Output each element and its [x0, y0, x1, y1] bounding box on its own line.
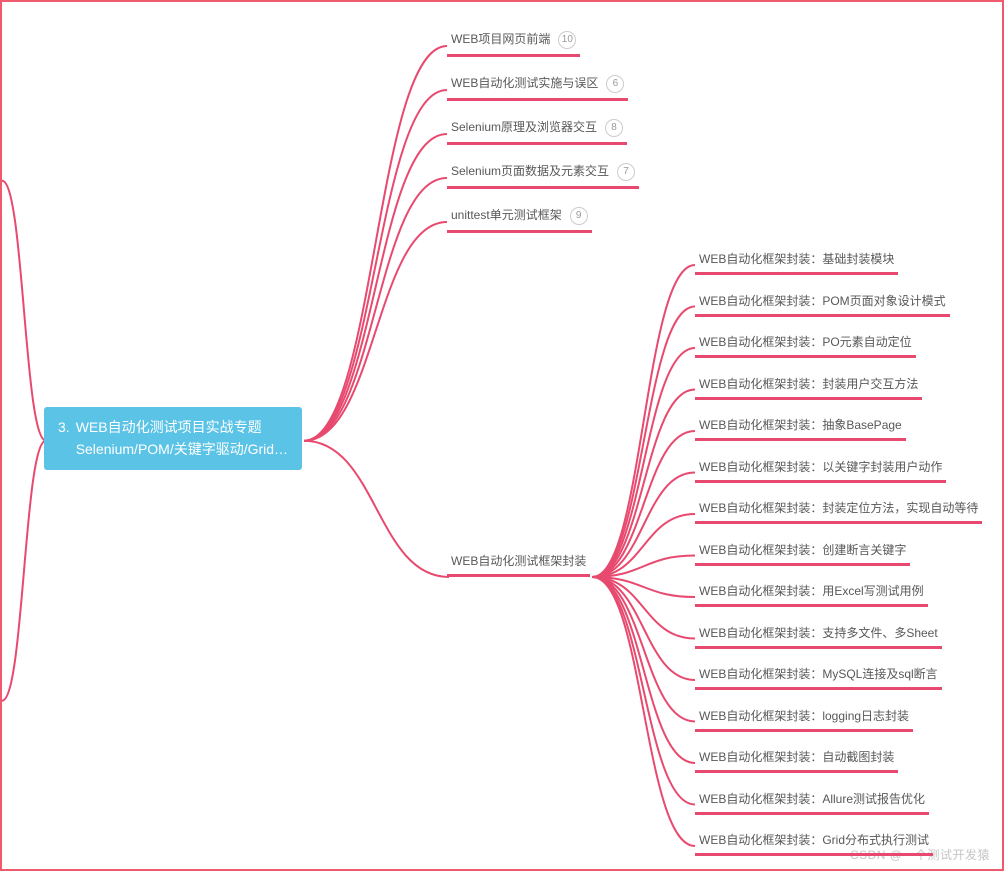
count-badge: 6 — [606, 75, 624, 93]
count-badge: 7 — [617, 163, 635, 181]
sub-node-label: WEB自动化框架封装：Grid分布式执行测试 — [699, 833, 929, 847]
sub-node-label: WEB自动化框架封装：自动截图封装 — [699, 750, 894, 764]
count-badge: 8 — [605, 119, 623, 137]
sub-node[interactable]: WEB自动化框架封装：以关键字封装用户动作 — [695, 458, 946, 483]
sub-node[interactable]: WEB自动化框架封装：POM页面对象设计模式 — [695, 292, 950, 317]
top-node-label: Selenium页面数据及元素交互 — [451, 164, 609, 178]
sub-node[interactable]: WEB自动化框架封装：用Excel写测试用例 — [695, 582, 928, 607]
root-text: WEB自动化测试项目实战专题 Selenium/POM/关键字驱动/Grid… — [76, 417, 288, 460]
sub-node[interactable]: WEB自动化框架封装：抽象BasePage — [695, 416, 906, 441]
sub-node[interactable]: WEB自动化框架封装：封装用户交互方法 — [695, 375, 922, 400]
top-node[interactable]: WEB项目网页前端 10 — [447, 30, 580, 57]
sub-node[interactable]: WEB自动化框架封装：自动截图封装 — [695, 748, 898, 773]
sub-node-label: WEB自动化框架封装：MySQL连接及sql断言 — [699, 667, 938, 681]
mindmap-canvas: { "root": { "index": "3.", "line1": "WEB… — [0, 0, 1004, 871]
sub-node-label: WEB自动化框架封装：基础封装模块 — [699, 252, 894, 266]
sub-node-label: WEB自动化框架封装：Allure测试报告优化 — [699, 792, 925, 806]
sub-node[interactable]: WEB自动化框架封装：Grid分布式执行测试 — [695, 831, 933, 856]
top-node[interactable]: Selenium页面数据及元素交互 7 — [447, 162, 639, 189]
sub-node[interactable]: WEB自动化框架封装：PO元素自动定位 — [695, 333, 916, 358]
sub-node[interactable]: WEB自动化框架封装：logging日志封装 — [695, 707, 913, 732]
mid-node-label: WEB自动化测试框架封装 — [451, 554, 586, 568]
sub-node[interactable]: WEB自动化框架封装：支持多文件、多Sheet — [695, 624, 942, 649]
top-node[interactable]: Selenium原理及浏览器交互 8 — [447, 118, 627, 145]
top-node-label: Selenium原理及浏览器交互 — [451, 120, 597, 134]
sub-node[interactable]: WEB自动化框架封装：Allure测试报告优化 — [695, 790, 929, 815]
sub-node-label: WEB自动化框架封装：以关键字封装用户动作 — [699, 460, 942, 474]
sub-node-label: WEB自动化框架封装：logging日志封装 — [699, 709, 909, 723]
root-node[interactable]: 3. WEB自动化测试项目实战专题 Selenium/POM/关键字驱动/Gri… — [44, 407, 302, 470]
top-node-label: WEB项目网页前端 — [451, 32, 550, 46]
sub-node[interactable]: WEB自动化框架封装：创建断言关键字 — [695, 541, 910, 566]
top-node-label: WEB自动化测试实施与误区 — [451, 76, 598, 90]
sub-node-label: WEB自动化框架封装：封装定位方法，实现自动等待 — [699, 501, 978, 515]
sub-node-label: WEB自动化框架封装：抽象BasePage — [699, 418, 902, 432]
top-node[interactable]: unittest单元测试框架 9 — [447, 206, 592, 233]
count-badge: 9 — [570, 207, 588, 225]
top-node[interactable]: WEB自动化测试实施与误区 6 — [447, 74, 628, 101]
sub-node-label: WEB自动化框架封装：POM页面对象设计模式 — [699, 294, 946, 308]
count-badge: 10 — [558, 31, 576, 49]
root-index: 3. — [58, 417, 70, 439]
sub-node-label: WEB自动化框架封装：用Excel写测试用例 — [699, 584, 924, 598]
sub-node[interactable]: WEB自动化框架封装：MySQL连接及sql断言 — [695, 665, 942, 690]
sub-node[interactable]: WEB自动化框架封装：封装定位方法，实现自动等待 — [695, 499, 982, 524]
top-node-label: unittest单元测试框架 — [451, 208, 562, 222]
sub-node-label: WEB自动化框架封装：封装用户交互方法 — [699, 377, 918, 391]
sub-node[interactable]: WEB自动化框架封装：基础封装模块 — [695, 250, 898, 275]
sub-node-label: WEB自动化框架封装：创建断言关键字 — [699, 543, 906, 557]
sub-node-label: WEB自动化框架封装：支持多文件、多Sheet — [699, 626, 938, 640]
root-line1: WEB自动化测试项目实战专题 — [76, 419, 262, 435]
root-line2: Selenium/POM/关键字驱动/Grid… — [76, 441, 288, 457]
mid-node[interactable]: WEB自动化测试框架封装 — [447, 552, 590, 577]
sub-node-label: WEB自动化框架封装：PO元素自动定位 — [699, 335, 912, 349]
